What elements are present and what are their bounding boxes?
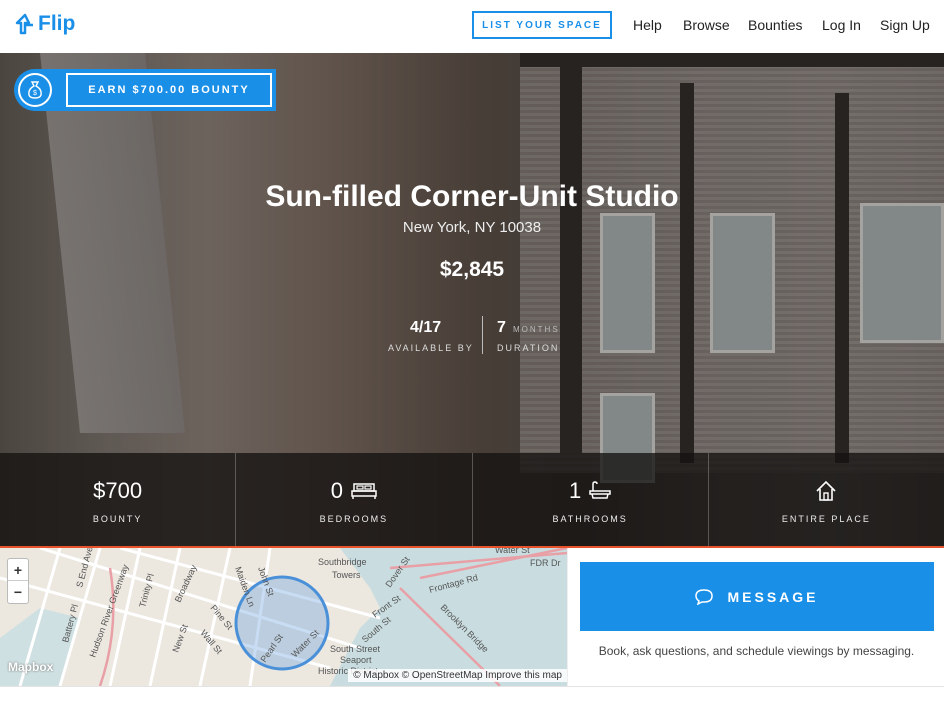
- feature-bedrooms: 0 BEDROOMS: [236, 453, 473, 546]
- map-label: Southbridge: [318, 557, 367, 567]
- map-label: New St: [170, 623, 189, 654]
- feature-value: 0: [330, 477, 343, 503]
- zoom-in-button[interactable]: +: [8, 559, 28, 581]
- money-bag-icon: $: [18, 73, 52, 107]
- message-button[interactable]: MESSAGE: [580, 562, 934, 631]
- nav-browse[interactable]: Browse: [683, 17, 730, 33]
- zoom-out-button[interactable]: −: [8, 581, 28, 603]
- map-label: Water St: [495, 548, 530, 555]
- list-your-space-button[interactable]: LIST YOUR SPACE: [472, 11, 612, 39]
- map-label: Seaport: [340, 655, 372, 665]
- flip-logo-icon: [15, 13, 33, 35]
- nav-bounties[interactable]: Bounties: [748, 17, 802, 33]
- earn-bounty-badge[interactable]: $ EARN $700.00 BOUNTY: [14, 69, 276, 111]
- chat-bubble-icon: [695, 588, 714, 605]
- map-label: S End Ave: [74, 548, 94, 589]
- section-divider: [0, 686, 944, 687]
- feature-label: BOUNTY: [92, 513, 143, 524]
- message-panel: MESSAGE Book, ask questions, and schedul…: [567, 548, 944, 686]
- map-attribution[interactable]: © Mapbox © OpenStreetMap Improve this ma…: [348, 669, 567, 682]
- feature-label: BEDROOMS: [319, 513, 389, 524]
- feature-label: BATHROOMS: [552, 513, 628, 524]
- stat-divider: [482, 316, 483, 354]
- map-label: South Street: [330, 644, 381, 654]
- feature-bathrooms: 1 BATHROOMS: [473, 453, 709, 546]
- duration-label: DURATION: [497, 343, 560, 353]
- available-label: AVAILABLE BY: [388, 343, 474, 353]
- message-help-text: Book, ask questions, and schedule viewin…: [598, 644, 915, 658]
- feature-value: $700: [93, 477, 143, 503]
- feature-bounty: $700 BOUNTY: [0, 453, 237, 546]
- features-bar: $700 BOUNTY 0 BEDROOMS 1 BATHROOMS ENTIR…: [0, 453, 944, 546]
- house-icon: [816, 480, 836, 501]
- duration-value: 7: [497, 319, 506, 336]
- map-label: Towers: [332, 570, 361, 580]
- feature-label: ENTIRE PLACE: [781, 513, 871, 524]
- bed-icon: [351, 482, 377, 499]
- mapbox-logo[interactable]: Mapbox: [8, 660, 53, 674]
- map-tiles: Southbridge Towers Water St FDR Dr Dover…: [0, 548, 567, 686]
- duration-unit: MONTHS: [513, 325, 560, 334]
- message-button-label: MESSAGE: [727, 588, 819, 605]
- map-zoom-control: + −: [7, 558, 29, 604]
- listing-location: New York, NY 10038: [402, 219, 542, 236]
- nav-signup[interactable]: Sign Up: [880, 17, 930, 33]
- available-date: 4/17: [410, 319, 442, 336]
- svg-text:$: $: [33, 90, 37, 97]
- listing-price: $2,845: [439, 258, 505, 281]
- map-label: FDR Dr: [530, 558, 561, 568]
- flip-logo[interactable]: Flip: [14, 12, 75, 36]
- nav-help[interactable]: Help: [633, 17, 662, 33]
- bathtub-icon: [589, 480, 611, 499]
- feature-entire-place: ENTIRE PLACE: [709, 453, 944, 546]
- top-header: Flip LIST YOUR SPACE Help Browse Bountie…: [0, 0, 944, 53]
- feature-value: 1: [569, 477, 582, 503]
- logo-text: Flip: [38, 12, 76, 35]
- nav-login[interactable]: Log In: [822, 17, 861, 33]
- location-map[interactable]: Southbridge Towers Water St FDR Dr Dover…: [0, 548, 567, 686]
- earn-bounty-button[interactable]: EARN $700.00 BOUNTY: [66, 73, 272, 107]
- listing-title: Sun-filled Corner-Unit Studio: [265, 180, 679, 213]
